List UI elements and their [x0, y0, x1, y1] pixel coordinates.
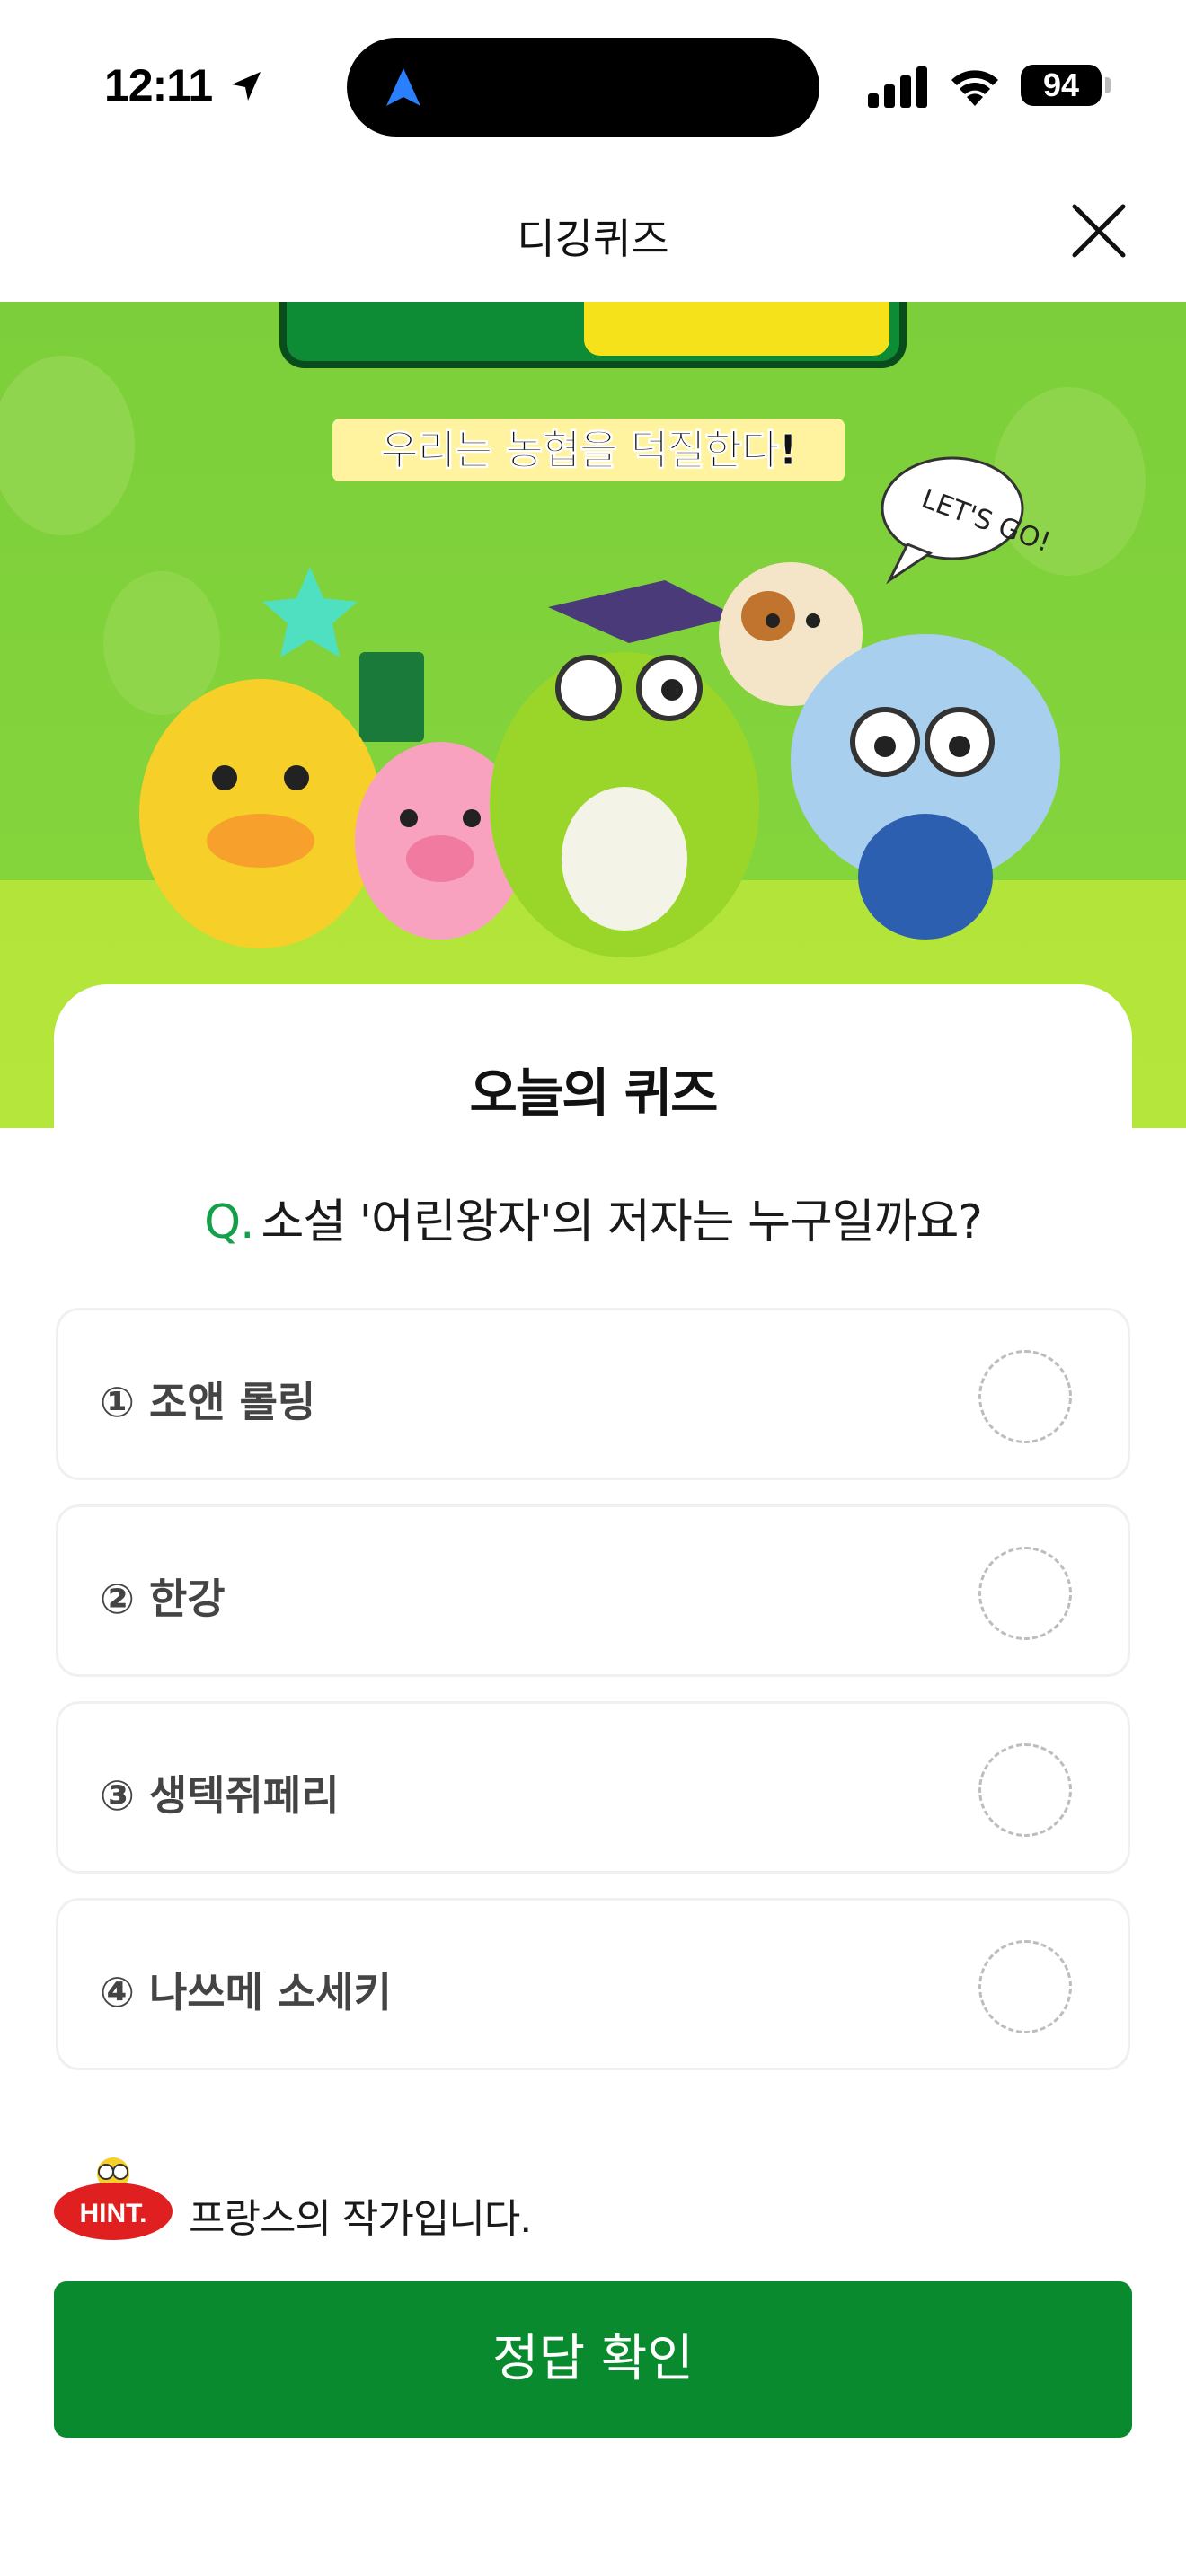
- option-radio[interactable]: [978, 1547, 1072, 1640]
- page-title: 디깅퀴즈: [517, 215, 669, 263]
- quiz-question: Q. 소설 '어린왕자'의 저자는 누구일까요?: [0, 1184, 1186, 1251]
- question-prefix: Q.: [204, 1195, 254, 1249]
- option-label: ② 한강: [100, 1575, 226, 1623]
- option-1[interactable]: ① 조앤 롤링: [56, 1308, 1130, 1480]
- option-4[interactable]: ④ 나쓰메 소세키: [56, 1898, 1130, 2070]
- quiz-section-title: 오늘의 퀴즈: [464, 1051, 722, 1126]
- option-radio[interactable]: [978, 1743, 1072, 1837]
- quiz-page: 12:11 94 디깅퀴즈 LET'S GO! 우리는 농협을 덕질한다! 오늘…: [0, 0, 1186, 2576]
- option-2[interactable]: ② 한강: [56, 1504, 1130, 1677]
- option-label: ③ 생텍쥐페리: [100, 1771, 340, 1820]
- check-answer-button[interactable]: 정답 확인: [54, 2281, 1132, 2438]
- status-time: 12:11: [104, 60, 213, 110]
- battery-cap: [1105, 77, 1111, 93]
- battery-icon: 94: [1021, 65, 1102, 106]
- hint-text: 프랑스의 작가입니다.: [189, 2196, 532, 2242]
- navigation-icon: [386, 68, 420, 106]
- question-text: 소설 '어린왕자'의 저자는 누구일까요?: [261, 1195, 983, 1249]
- option-3[interactable]: ③ 생텍쥐페리: [56, 1701, 1130, 1874]
- option-label: ① 조앤 롤링: [100, 1378, 316, 1426]
- banner-subtitle: 우리는 농협을 덕질한다!: [332, 419, 845, 481]
- app-header: 디깅퀴즈: [0, 171, 1186, 302]
- wifi-icon: [951, 70, 998, 106]
- option-radio[interactable]: [978, 1940, 1072, 2033]
- hint-badge-text: HINT.: [80, 2199, 147, 2228]
- hint: HINT. 프랑스의 작가입니다.: [52, 2154, 861, 2244]
- hint-badge-icon: HINT.: [54, 2157, 173, 2240]
- cellular-signal-icon: [868, 66, 927, 108]
- dynamic-island: [347, 38, 819, 137]
- status-bar: 12:11 94: [0, 0, 1186, 171]
- close-icon[interactable]: [1066, 198, 1132, 264]
- option-label: ④ 나쓰메 소세키: [100, 1968, 392, 2016]
- option-radio[interactable]: [978, 1350, 1072, 1443]
- location-arrow-icon: [232, 72, 261, 101]
- quiz-title-wrap: 오늘의 퀴즈: [0, 1051, 1186, 1126]
